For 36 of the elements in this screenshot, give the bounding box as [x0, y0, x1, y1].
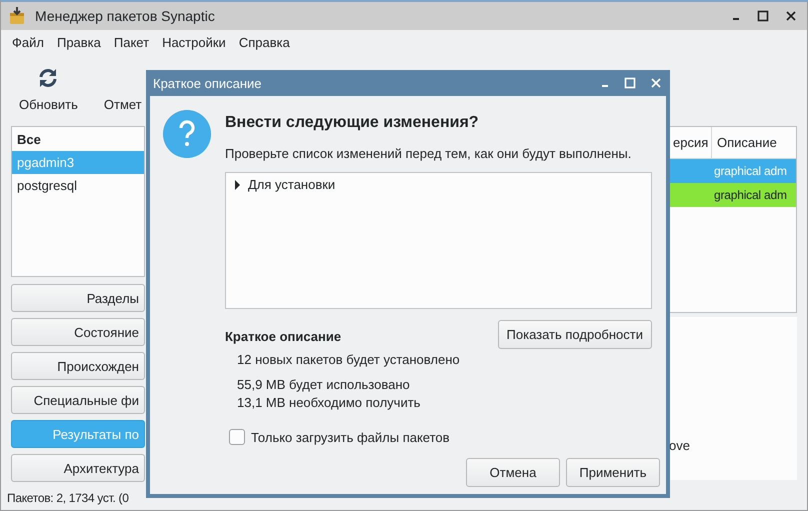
toolbar-button[interactable]: Отмет — [96, 61, 150, 122]
menu-item[interactable]: Файл — [12, 35, 44, 50]
dialog-button[interactable]: Отмена — [466, 458, 560, 487]
dialog-heading: Внести следующие изменения? — [225, 114, 480, 132]
column-header[interactable]: Описание — [711, 127, 796, 158]
show-details-button[interactable]: Показать подробности — [498, 320, 652, 349]
menu-item[interactable]: Пакет — [114, 35, 150, 50]
reload-icon — [37, 67, 60, 89]
download-only-checkbox[interactable]: Только загрузить файлы пакетов — [229, 429, 652, 445]
filter-button[interactable]: Архитектура — [11, 454, 145, 482]
menu-item[interactable]: Правка — [56, 35, 101, 50]
menu-item[interactable]: Настройки — [162, 35, 226, 50]
filter-button[interactable]: Разделы — [11, 284, 145, 312]
question-icon — [163, 110, 211, 158]
summary-title: Краткое описание — [225, 329, 342, 344]
list-header: Все — [16, 131, 42, 149]
filter-button[interactable]: Специальные фи — [11, 386, 145, 414]
summary-line: 13,1 MB необходимо получить — [237, 395, 422, 412]
summary-line: 12 новых пакетов будет установлено — [237, 352, 460, 369]
filter-item[interactable]: postgresql — [12, 174, 144, 197]
status-text: Пакетов: 2, 1734 уст. (0 — [7, 491, 129, 505]
close-icon[interactable] — [785, 10, 797, 22]
summary-line: 55,9 MB будет использовано — [237, 377, 411, 394]
tree-node[interactable]: Для установки — [234, 177, 336, 192]
package-icon — [7, 6, 27, 26]
toolbar-button[interactable]: Обновить — [11, 61, 86, 122]
dialog-button[interactable]: Применить — [566, 458, 660, 487]
maximize-icon[interactable] — [757, 10, 769, 22]
filter-button[interactable]: Происхожден — [11, 352, 145, 380]
filter-button[interactable]: Состояние — [11, 318, 145, 346]
dialog-subtitle: Проверьте список изменений перед тем, как они будут выполнены. — [225, 146, 632, 161]
window-title: Менеджер пакетов Synaptic — [35, 8, 216, 24]
dialog-title: Краткое описание — [153, 76, 263, 90]
menu-item[interactable]: Справка — [238, 35, 290, 50]
expander-icon — [234, 180, 241, 190]
details-text: ove — [669, 438, 690, 453]
